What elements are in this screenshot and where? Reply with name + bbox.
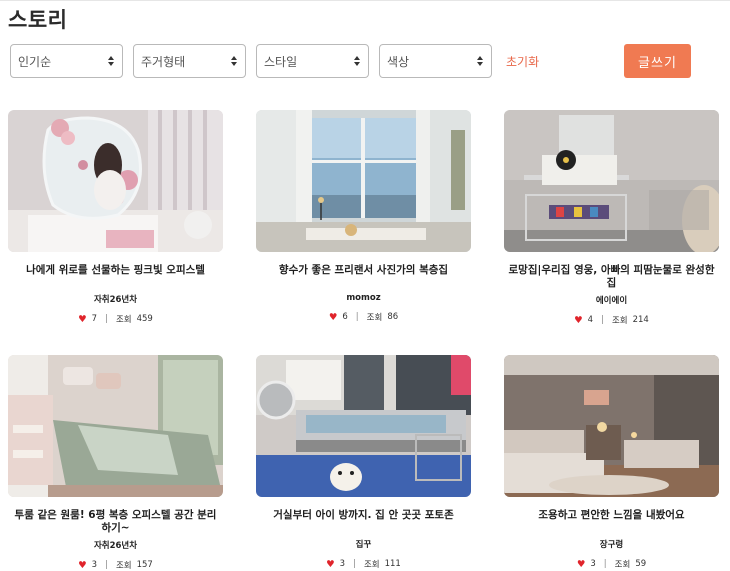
color-select[interactable]: 색상 <box>379 44 492 78</box>
stats-divider: | <box>603 559 607 569</box>
view-count: 86 <box>387 312 399 322</box>
story-title[interactable]: 거실부터 아이 방까지. 집 안 곳곳 포토존 <box>256 509 471 522</box>
stats-divider: | <box>355 312 359 322</box>
views-label: 조회 <box>115 561 132 571</box>
story-author: 자취26년차 <box>93 295 138 305</box>
view-count: 214 <box>632 315 649 325</box>
filter-bar: 인기순 주거형태 스타일 색상 <box>10 44 502 78</box>
like-count: 6 <box>342 312 348 322</box>
story-author: 장구령 <box>599 540 624 550</box>
stats-divider: | <box>105 560 108 570</box>
stats-divider: | <box>105 314 108 324</box>
top-divider <box>0 0 730 1</box>
stats-divider: | <box>353 559 356 569</box>
kids-room-photo <box>256 355 471 497</box>
story-thumbnail[interactable] <box>8 355 223 497</box>
sort-select-value: 인기순 <box>18 54 52 69</box>
story-card[interactable]: 로망집|우리집 영웅, 아빠의 피땀눈물로 완성한 집 에이에이 ♥ 4 | 조… <box>504 110 719 326</box>
select-arrows-icon <box>108 56 114 66</box>
story-card[interactable]: 투룸 같은 원룸! 6평 복층 오피스텔 공간 분리하기~ 자취26년차 ♥ 3… <box>8 355 223 571</box>
heart-icon: ♥ <box>574 314 583 326</box>
views-label: 조회 <box>363 560 380 570</box>
story-title[interactable]: 로망집|우리집 영웅, 아빠의 피땀눈물로 완성한 집 <box>504 264 719 290</box>
select-arrows-icon <box>354 56 360 66</box>
housing-type-select[interactable]: 주거형태 <box>133 44 246 78</box>
duplex-officetel-photo <box>8 355 223 497</box>
sort-select[interactable]: 인기순 <box>10 44 123 78</box>
story-stats: ♥ 3 | 조회 59 <box>504 558 719 570</box>
heart-icon: ♥ <box>328 311 338 323</box>
story-thumbnail[interactable] <box>504 355 719 497</box>
story-author: 자취26년차 <box>93 541 138 551</box>
view-count: 59 <box>635 559 647 569</box>
story-title[interactable]: 향수가 좋은 프리랜서 사진가의 복층집 <box>256 264 471 277</box>
view-count: 459 <box>136 314 153 324</box>
heart-icon: ♥ <box>326 558 335 570</box>
views-label: 조회 <box>115 315 132 325</box>
story-stats: ♥ 3 | 조회 111 <box>256 558 471 570</box>
story-stats: ♥ 3 | 조회 157 <box>8 559 223 571</box>
story-title[interactable]: 투룸 같은 원룸! 6평 복층 오피스텔 공간 분리하기~ <box>8 509 223 535</box>
style-select[interactable]: 스타일 <box>256 44 369 78</box>
story-thumbnail[interactable] <box>256 110 471 252</box>
like-count: 3 <box>91 560 98 570</box>
story-card[interactable]: 조용하고 편안한 느낌을 내봤어요 장구령 ♥ 3 | 조회 59 <box>504 355 719 570</box>
story-card[interactable]: 나에게 위로를 선물하는 핑크빛 오피스텔 자취26년차 ♥ 7 | 조회 45… <box>8 110 223 325</box>
view-count: 111 <box>384 559 401 569</box>
turntable-room-photo <box>504 110 719 252</box>
story-title[interactable]: 나에게 위로를 선물하는 핑크빛 오피스텔 <box>8 264 223 277</box>
select-arrows-icon <box>231 56 237 66</box>
write-post-button[interactable]: 글쓰기 <box>624 44 691 78</box>
story-card[interactable]: 향수가 좋은 프리랜서 사진가의 복층집 momoz ♥ 6 | 조회 86 <box>256 110 471 323</box>
story-author: momoz <box>346 293 381 303</box>
reset-filters-link[interactable]: 초기화 <box>506 53 539 70</box>
views-label: 조회 <box>611 316 628 326</box>
views-label: 조회 <box>366 313 383 323</box>
heart-icon: ♥ <box>576 558 586 570</box>
photographer-duplex-photo <box>256 110 471 252</box>
like-count: 3 <box>339 559 346 569</box>
color-select-value: 색상 <box>387 54 410 69</box>
story-thumbnail[interactable] <box>256 355 471 497</box>
story-card[interactable]: 거실부터 아이 방까지. 집 안 곳곳 포토존 집꾸 ♥ 3 | 조회 111 <box>256 355 471 570</box>
housing-type-select-value: 주거형태 <box>141 54 186 69</box>
like-count: 4 <box>587 315 594 325</box>
view-count: 157 <box>136 560 153 570</box>
heart-icon: ♥ <box>78 313 87 325</box>
pink-officetel-photo <box>8 110 223 252</box>
story-author: 에이에이 <box>595 296 628 306</box>
story-author: 집꾸 <box>355 540 372 550</box>
like-count: 3 <box>590 559 596 569</box>
heart-icon: ♥ <box>78 559 87 571</box>
style-select-value: 스타일 <box>264 54 298 69</box>
page-title: 스토리 <box>8 8 68 32</box>
select-arrows-icon <box>477 56 483 66</box>
like-count: 7 <box>91 314 98 324</box>
stats-divider: | <box>601 315 604 325</box>
story-thumbnail[interactable] <box>8 110 223 252</box>
story-stats: ♥ 7 | 조회 459 <box>8 313 223 325</box>
calm-bedroom-photo <box>504 355 719 497</box>
story-stats: ♥ 4 | 조회 214 <box>504 314 719 326</box>
story-stats: ♥ 6 | 조회 86 <box>256 311 471 323</box>
views-label: 조회 <box>614 560 631 570</box>
story-title[interactable]: 조용하고 편안한 느낌을 내봤어요 <box>504 509 719 522</box>
story-thumbnail[interactable] <box>504 110 719 252</box>
